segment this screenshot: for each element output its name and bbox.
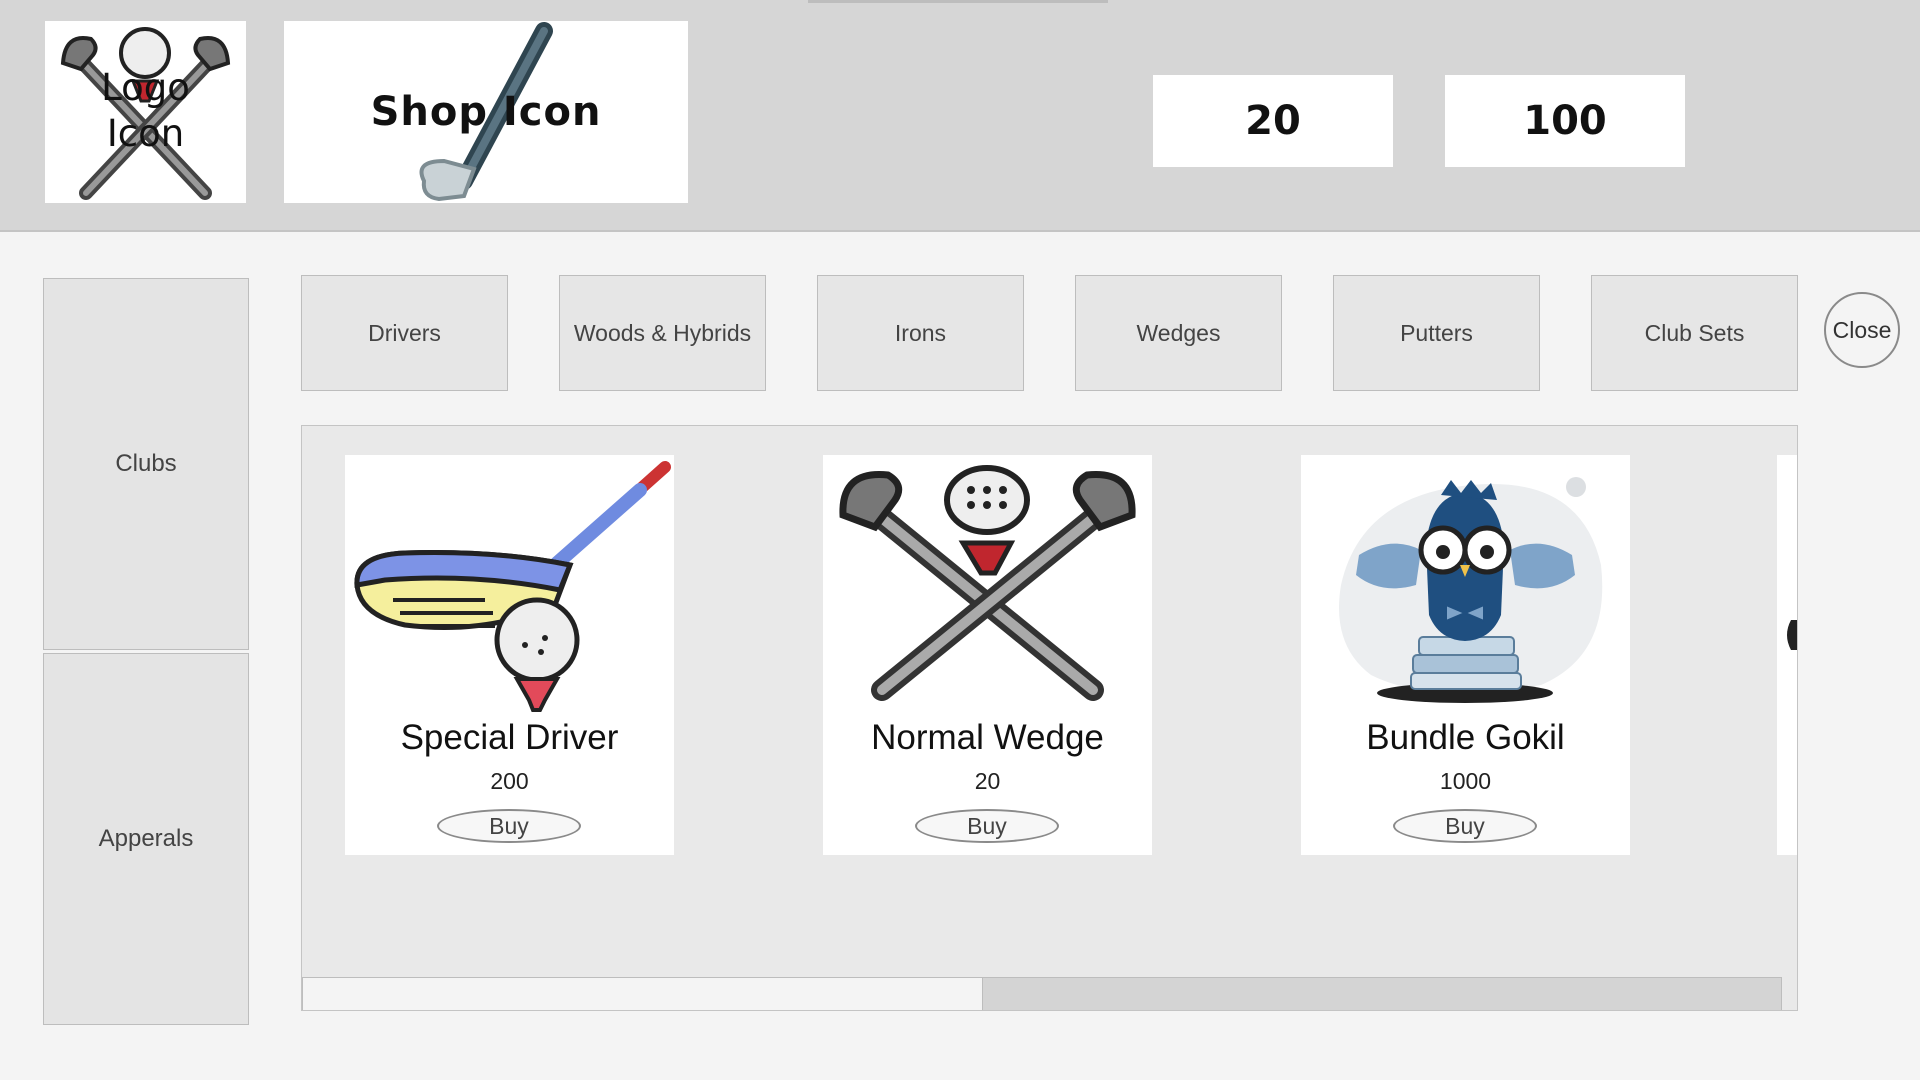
close-button[interactable]: Close [1824, 292, 1900, 368]
item-price: 1000 [1439, 768, 1492, 794]
tab-drivers[interactable]: Drivers [301, 275, 508, 391]
logo-text-line-1: Logo [101, 66, 190, 109]
horizontal-scrollbar[interactable] [302, 977, 1782, 1010]
item-name: Special Driver [400, 718, 619, 757]
currency-counter-1: 20 [1153, 75, 1393, 167]
top-strip [808, 0, 1108, 3]
item-price: 200 [490, 768, 529, 794]
item-name: Normal Wedge [871, 718, 1104, 757]
currency-counter-2: 100 [1445, 75, 1685, 167]
item-price: 20 [974, 768, 1001, 794]
logo-text-line-2: Icon [106, 112, 185, 155]
buy-button[interactable]: Buy [915, 809, 1059, 843]
item-card-special-driver: Special Driver 200 Buy [345, 455, 674, 855]
item-card-partial [1777, 455, 1797, 855]
golf-driver-icon [354, 461, 671, 712]
owl-books-icon [1339, 477, 1603, 703]
item-thumbnail-icon [1787, 620, 1797, 650]
scrollbar-thumb[interactable] [303, 978, 983, 1010]
item-name: Bundle Gokil [1366, 718, 1565, 757]
side-tab-apparels[interactable]: Apperals [43, 653, 249, 1025]
side-tab-clubs[interactable]: Clubs [43, 278, 249, 650]
tab-woods-hybrids[interactable]: Woods & Hybrids [559, 275, 766, 391]
crossed-clubs-icon [839, 465, 1136, 701]
buy-button[interactable]: Buy [437, 809, 581, 843]
shop-placeholder-text: Shop Icon [370, 89, 602, 135]
item-card-normal-wedge: Normal Wedge 20 Buy [823, 455, 1152, 855]
shop-icon-box[interactable]: Shop Icon [284, 21, 688, 203]
item-list-panel[interactable]: Special Driver 200 Buy Normal Wedge 20 B… [301, 425, 1798, 1011]
buy-button[interactable]: Buy [1393, 809, 1537, 843]
logo-box: Logo Icon [45, 21, 246, 203]
tab-putters[interactable]: Putters [1333, 275, 1540, 391]
logo-placeholder-text: Logo Icon [45, 65, 246, 157]
tab-wedges[interactable]: Wedges [1075, 275, 1282, 391]
top-bar: Logo Icon Shop Icon 20 100 [0, 0, 1920, 232]
item-card-bundle-gokil: Bundle Gokil 1000 Buy [1301, 455, 1630, 855]
tab-irons[interactable]: Irons [817, 275, 1024, 391]
tab-club-sets[interactable]: Club Sets [1591, 275, 1798, 391]
